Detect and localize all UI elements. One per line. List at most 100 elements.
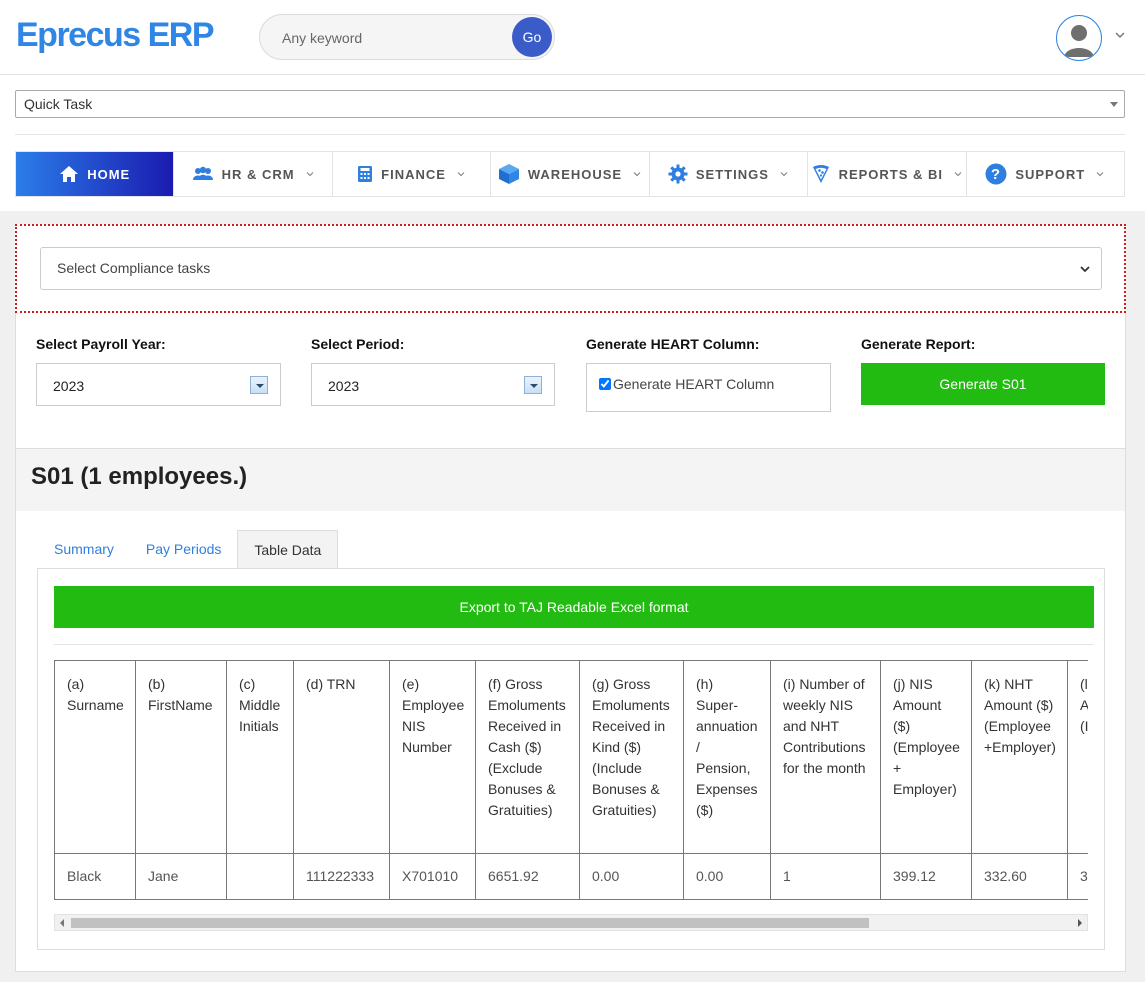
quick-task-select[interactable]: Quick Task [15,90,1125,118]
export-taj-excel-button[interactable]: Export to TAJ Readable Excel format [54,586,1094,628]
dropdown-arrow-icon[interactable] [250,376,268,394]
table-cell: X701010 [389,853,476,900]
column-header: (d) TRN [293,660,390,854]
chevron-down-icon [954,172,962,177]
gear-icon [668,164,688,184]
table-cell: 6651.92 [475,853,580,900]
report-body: Summary Pay Periods Table Data Export to… [15,511,1126,972]
nav-label: FINANCE [381,166,446,182]
table-cell: 332.60 [971,853,1068,900]
dropdown-arrow-icon[interactable] [524,376,542,394]
heart-column-box: Generate HEART Column [586,363,831,412]
chevron-down-icon [1096,172,1104,177]
main-nav: HOME HR & CRM FINANCE WAREHOUSE SETTINGS… [15,151,1125,197]
heart-column-checkbox-label[interactable]: Generate HEART Column [613,376,774,392]
quick-task-value: Quick Task [24,96,93,112]
compliance-task-select[interactable]: Select Compliance tasks [40,247,1102,290]
scroll-right-icon[interactable] [1078,919,1082,927]
report-title: S01 (1 employees.) [31,463,248,490]
people-icon [192,166,213,180]
tab-table-data[interactable]: Table Data [237,530,339,568]
nav-item-finance[interactable]: FINANCE [332,152,492,196]
nav-label: REPORTS & BI [838,166,944,182]
nav-item-home[interactable]: HOME [16,152,175,196]
payroll-year-select[interactable]: 2023 [36,363,281,406]
user-avatar-icon[interactable] [1056,15,1102,61]
svg-text:?: ? [991,166,1001,183]
divider [54,644,1094,645]
calculator-icon [358,166,373,182]
table-cell: 3 [1067,853,1088,900]
column-header: (e) Employee NIS Number [389,660,476,854]
report-tabs: Summary Pay Periods Table Data [38,530,339,568]
top-header: Eprecus ERP Go [0,0,1145,75]
heart-column-checkbox[interactable] [599,378,611,390]
column-header: (c) Middle Initials [226,660,294,854]
compliance-task-value: Select Compliance tasks [57,260,211,276]
scrollbar-thumb[interactable] [71,918,869,928]
payroll-year-label: Select Payroll Year: [36,336,166,352]
chevron-down-icon[interactable] [1113,28,1127,42]
table-header-row: (a) Surname (b) FirstName (c) Middle Initi… [54,660,1088,854]
nav-label: SETTINGS [695,166,769,182]
report-parameters: Select Payroll Year: 2023 Select Period:… [15,313,1126,448]
table-cell: 399.12 [880,853,972,900]
caret-down-icon [1110,102,1118,107]
table-cell: 0.00 [579,853,684,900]
table-cell: 1 [770,853,881,900]
column-header: (a) Surname [54,660,136,854]
nav-label: SUPPORT [1015,166,1086,182]
nav-item-support[interactable]: ? SUPPORT [966,152,1124,196]
table-cell: 0.00 [683,853,771,900]
nav-label: HR & CRM [221,166,295,182]
column-header: (k) NHT Amount ($) (Employee +Employer) [971,660,1068,854]
table-cell [226,853,294,900]
table-row: Black Jane 111222333 X701010 6651.92 0.00 0.00… [54,853,1088,900]
column-header: (b) FirstName [135,660,227,854]
table-cell: 111222333 [293,853,390,900]
column-header: (l) E T A ($) (I + E [1067,660,1088,854]
search-box: Go [259,14,555,60]
table-cell: Jane [135,853,227,900]
nav-label: HOME [87,166,131,182]
chevron-down-icon [306,172,314,177]
column-header: (i) Number of weekly NIS and NHT Contrib… [770,660,881,854]
period-value: 2023 [328,378,360,394]
tab-summary[interactable]: Summary [38,530,130,568]
column-header: (j) NIS Amount ($) (Employee + Employer) [880,660,972,854]
period-select[interactable]: 2023 [311,363,555,406]
table-data-panel: Export to TAJ Readable Excel format (a) … [37,568,1105,950]
nav-item-hr-crm[interactable]: HR & CRM [174,152,333,196]
heart-column-label: Generate HEART Column: [586,336,760,352]
report-header: S01 (1 employees.) [15,448,1126,511]
column-header: (f) Gross Emoluments Received in Cash ($… [475,660,580,854]
generate-report-label: Generate Report: [861,336,976,352]
generate-s01-button[interactable]: Generate S01 [861,363,1105,405]
nav-item-reports-bi[interactable]: REPORTS & BI [808,152,967,196]
nav-item-warehouse[interactable]: WAREHOUSE [491,152,650,196]
column-header: (h) Super-annuation / Pension, Expenses … [683,660,771,854]
chevron-down-icon [633,172,641,177]
pie-chart-icon [812,165,829,183]
s01-table: (a) Surname (b) FirstName (c) Middle Initi… [54,660,1088,900]
nav-item-settings[interactable]: SETTINGS [649,152,809,196]
search-go-button[interactable]: Go [512,17,552,57]
payroll-year-value: 2023 [53,378,85,394]
chevron-down-icon [1080,266,1090,273]
nav-label: WAREHOUSE [527,166,623,182]
box-icon [498,164,519,184]
chevron-down-icon [457,172,465,177]
search-input[interactable] [280,27,500,49]
period-label: Select Period: [311,336,405,352]
tab-pay-periods[interactable]: Pay Periods [130,530,237,568]
compliance-task-panel: Select Compliance tasks [15,224,1126,313]
column-header: (g) Gross Emoluments Received in Kind ($… [579,660,684,854]
table-cell: Black [54,853,136,900]
help-icon: ? [985,163,1007,185]
app-logo[interactable]: Eprecus ERP [16,16,215,55]
scroll-left-icon[interactable] [60,919,64,927]
s01-table-scroll[interactable]: (a) Surname (b) FirstName (c) Middle Initi… [54,660,1088,901]
quick-task-area: Quick Task HOME HR & CRM FINANCE WAREHOU… [0,75,1145,211]
chevron-down-icon [780,172,788,177]
horizontal-scrollbar[interactable] [54,914,1088,931]
